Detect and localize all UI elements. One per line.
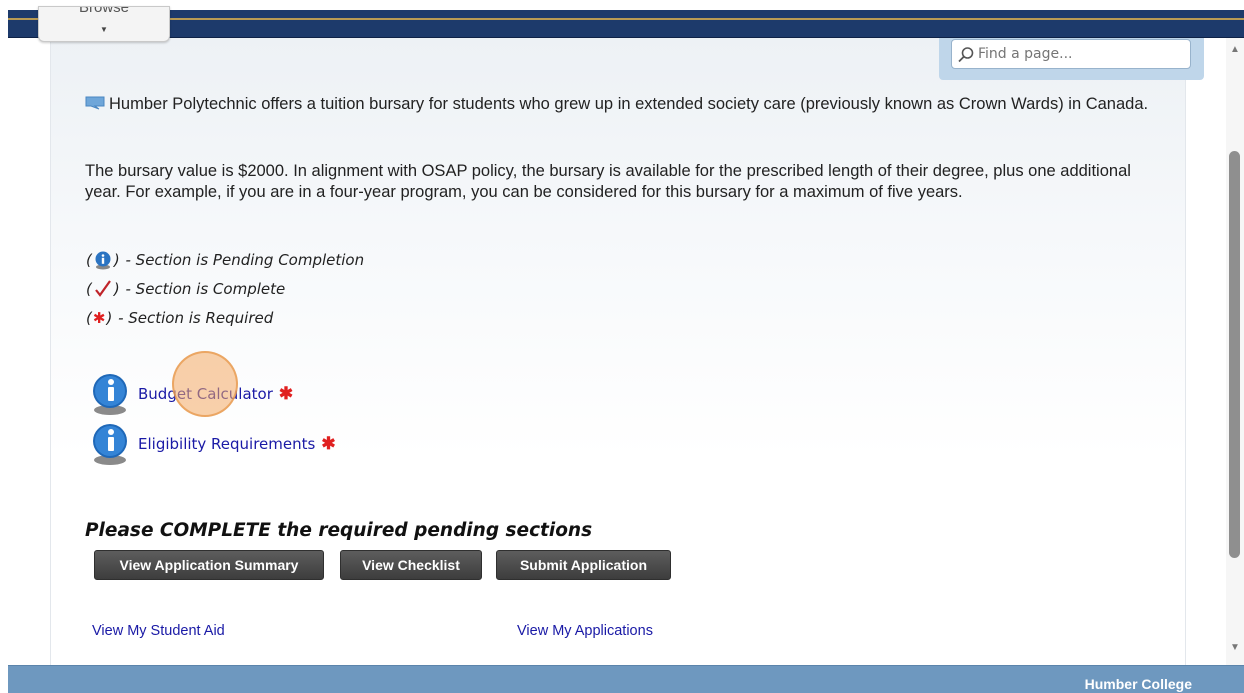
details-paragraph: The bursary value is $2000. In alignment… xyxy=(85,162,1131,201)
legend-required-row: (✱) - Section is Required xyxy=(86,308,274,327)
browse-menu-tab[interactable]: Browse ▼ xyxy=(38,6,170,42)
search-container xyxy=(939,38,1204,80)
eligibility-requirements-link[interactable]: Eligibility Requirements xyxy=(138,435,315,453)
status-legend: ( ) - Section is Pending Completion ( ) … xyxy=(85,245,364,332)
chevron-down-icon: ▼ xyxy=(100,25,108,34)
info-icon xyxy=(95,251,111,269)
view-checklist-button[interactable]: View Checklist xyxy=(340,550,482,580)
legend-required-text: - Section is Required xyxy=(118,308,274,327)
status-heading: Please COMPLETE the required pending sec… xyxy=(85,520,593,541)
scroll-up-arrow-icon[interactable]: ▲ xyxy=(1230,44,1240,55)
vertical-scrollbar[interactable]: ▲ ▼ xyxy=(1226,38,1244,665)
top-navigation-bar: Browse ▼ xyxy=(8,6,1244,42)
scrollbar-thumb[interactable] xyxy=(1229,151,1240,558)
view-my-student-aid-link[interactable]: View My Student Aid xyxy=(92,623,225,639)
required-asterisk-icon: ✱ xyxy=(321,434,336,453)
required-asterisk-icon: ✱ xyxy=(92,308,106,327)
view-my-applications-link[interactable]: View My Applications xyxy=(517,623,653,639)
comment-bubble-icon xyxy=(85,96,105,110)
checkmark-icon xyxy=(95,279,111,297)
footer-bar: Humber College xyxy=(8,665,1244,693)
search-icon xyxy=(958,47,974,63)
view-application-summary-button[interactable]: View Application Summary xyxy=(94,550,324,580)
info-icon xyxy=(93,424,127,465)
legend-complete-row: ( ) - Section is Complete xyxy=(86,279,286,298)
scroll-down-arrow-icon[interactable]: ▼ xyxy=(1230,642,1240,653)
submit-application-button[interactable]: Submit Application xyxy=(496,550,671,580)
legend-pending-row: ( ) - Section is Pending Completion xyxy=(86,250,365,269)
budget-calculator-link[interactable]: Budget Calculator xyxy=(138,385,273,403)
browse-label: Browse xyxy=(78,6,130,16)
search-input[interactable] xyxy=(951,39,1191,69)
section-item-eligibility-requirements[interactable]: Eligibility Requirements ✱ xyxy=(90,421,336,467)
info-icon xyxy=(93,374,127,415)
legend-complete-text: - Section is Complete xyxy=(125,279,286,298)
intro-text: Humber Polytechnic offers a tuition burs… xyxy=(109,95,1149,113)
intro-paragraph: Humber Polytechnic offers a tuition burs… xyxy=(85,94,1165,115)
required-asterisk-icon: ✱ xyxy=(278,384,294,403)
legend-pending-text: - Section is Pending Completion xyxy=(125,250,365,269)
section-item-budget-calculator[interactable]: Budget Calculator ✱ xyxy=(90,371,293,417)
footer-brand: Humber College xyxy=(1084,676,1192,692)
header-accent-line xyxy=(8,18,1244,20)
